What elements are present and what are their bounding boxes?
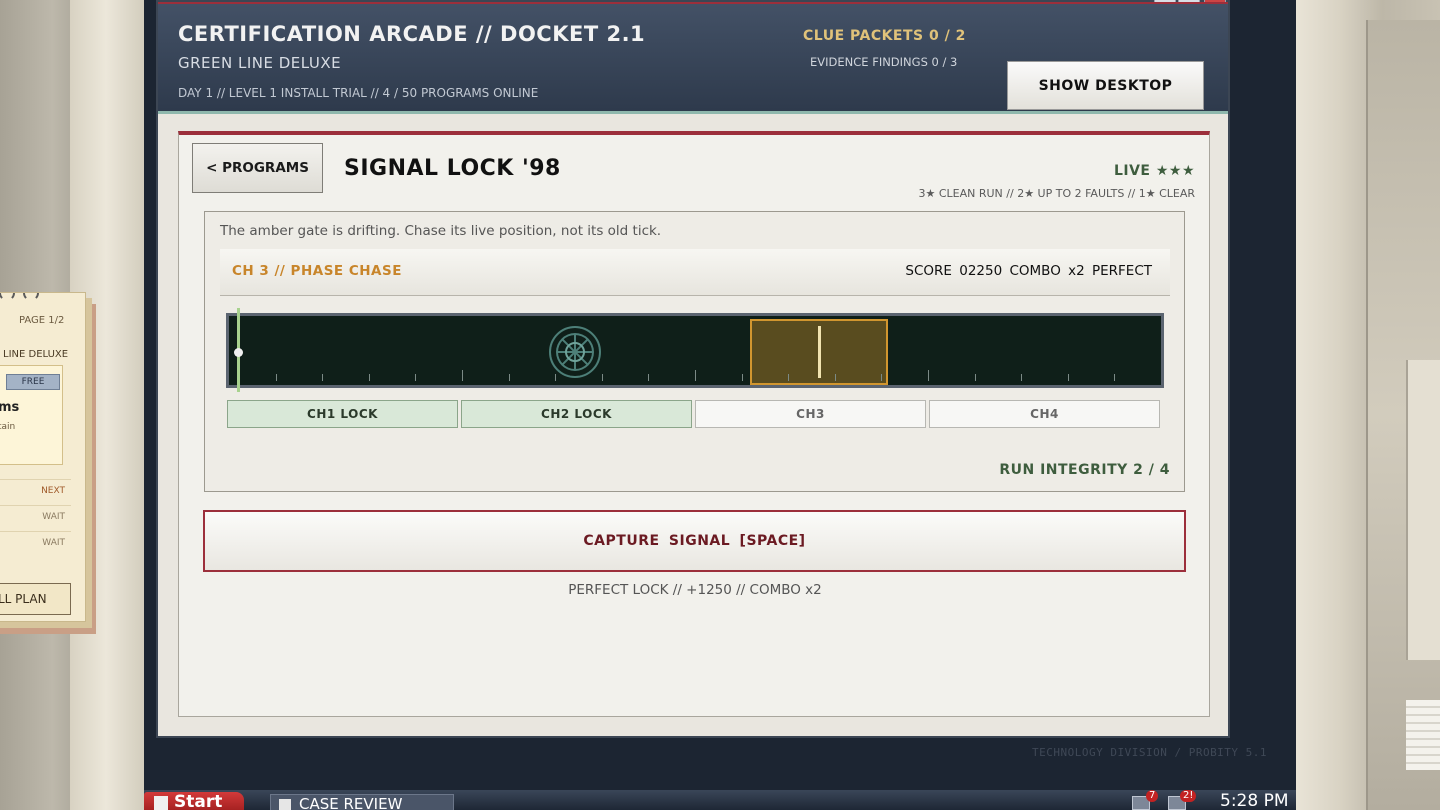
taskbar-item-case-review[interactable]: CASE REVIEW <box>270 794 454 810</box>
track-tick <box>602 374 603 381</box>
track-tick <box>276 374 277 381</box>
track-tick <box>322 374 323 381</box>
notepad-card-desc: tain <box>0 422 16 432</box>
game-panel: < PROGRAMS SIGNAL LOCK '98 LIVE ★★★ 3★ C… <box>178 131 1210 717</box>
app-window: CERTIFICATION ARCADE // DOCKET 2.1 GREEN… <box>156 0 1230 738</box>
notepad-card-title: ms <box>0 400 20 415</box>
track-tick <box>788 374 789 381</box>
monitor-model: TECHNOLOGY DIVISION / PROBITY 5.1 <box>1032 746 1268 759</box>
evidence-findings-counter: EVIDENCE FINDINGS 0 / 3 <box>810 55 958 69</box>
app-subtitle: GREEN LINE DELUXE <box>178 54 342 72</box>
notepad-row: WAIT <box>0 531 71 555</box>
show-desktop-button[interactable]: SHOW DESKTOP <box>1007 61 1204 110</box>
score-stats: SCORE 02250 COMBO x2 PERFECT <box>905 263 1152 279</box>
start-label: Start <box>174 792 223 810</box>
live-rating: LIVE ★★★ <box>1113 163 1195 179</box>
channel-3-button[interactable]: CH3 <box>695 400 926 428</box>
capture-signal-button[interactable]: CAPTURE SIGNAL [SPACE] <box>203 510 1186 572</box>
gate-needle <box>818 326 821 378</box>
channel-1-button[interactable]: CH1 LOCK <box>227 400 458 428</box>
star-rules: 3★ CLEAN RUN // 2★ UP TO 2 FAULTS // 1★ … <box>918 187 1196 200</box>
progress-meta: DAY 1 // LEVEL 1 INSTALL TRIAL // 4 / 50… <box>178 86 539 100</box>
track-tick <box>648 374 649 381</box>
channel-name: CH 3 // PHASE CHASE <box>232 263 402 279</box>
track-tick <box>695 370 696 381</box>
start-button[interactable]: Start <box>144 792 244 810</box>
notepad-page: PAGE 1/2 <box>19 315 65 326</box>
track-tick <box>1114 374 1115 381</box>
amber-gate <box>750 319 888 385</box>
channel-2-button[interactable]: CH2 LOCK <box>461 400 692 428</box>
app-header: CERTIFICATION ARCADE // DOCKET 2.1 GREEN… <box>158 2 1228 114</box>
task-label: CASE REVIEW <box>299 795 403 810</box>
run-integrity: RUN INTEGRITY 2 / 4 <box>999 462 1170 478</box>
signal-track[interactable] <box>226 308 1164 392</box>
notepad-free-badge: FREE <box>6 374 60 390</box>
result-message: PERFECT LOCK // +1250 // COMBO x2 <box>568 582 822 598</box>
clue-packets-counter: CLUE PACKETS 0 / 2 <box>803 28 966 44</box>
game-title: SIGNAL LOCK '98 <box>344 156 561 181</box>
notepad-row: WAIT <box>0 505 71 529</box>
track-tick <box>835 374 836 381</box>
notepad-row: NEXT <box>0 479 71 503</box>
back-to-programs-button[interactable]: < PROGRAMS <box>192 143 323 193</box>
app-title: CERTIFICATION ARCADE // DOCKET 2.1 <box>178 22 646 46</box>
clock: 5:28 PM <box>1220 791 1289 810</box>
channel-bar: CH 3 // PHASE CHASE SCORE 02250 COMBO x2… <box>220 249 1170 296</box>
track-tick <box>369 374 370 381</box>
document-icon <box>279 799 291 810</box>
track-tick <box>415 374 416 381</box>
office-background-right <box>1296 0 1440 810</box>
game-area: The amber gate is drifting. Chase its li… <box>204 211 1185 492</box>
windows-logo-icon <box>154 796 168 810</box>
alert-badge: 2! <box>1180 790 1197 802</box>
track-tick <box>928 370 929 381</box>
track-tick <box>1068 374 1069 381</box>
full-plan-button[interactable]: LL PLAN <box>0 583 71 615</box>
notepad-card: FREE ms tain <box>0 365 63 465</box>
track-tick <box>742 374 743 381</box>
track-tick <box>975 374 976 381</box>
taskbar: Start CASE REVIEW 7 2! 5:28 PM <box>144 790 1296 810</box>
track-tick <box>881 374 882 381</box>
mail-badge: 7 <box>1146 790 1159 802</box>
notepad-line: LINE DELUXE <box>3 349 69 360</box>
track-tick <box>509 374 510 381</box>
system-tray: 7 2! <box>1128 790 1228 810</box>
level-notepad[interactable]: PAGE 1/2 LINE DELUXE FREE ms tain NEXT W… <box>0 292 86 622</box>
track-tick <box>1021 374 1022 381</box>
track-tick <box>462 370 463 381</box>
cursor-dot <box>234 348 243 357</box>
hint-text: The amber gate is drifting. Chase its li… <box>220 223 662 239</box>
phase-wheel-icon <box>549 326 601 378</box>
track-tick <box>555 374 556 381</box>
channel-4-button[interactable]: CH4 <box>929 400 1160 428</box>
